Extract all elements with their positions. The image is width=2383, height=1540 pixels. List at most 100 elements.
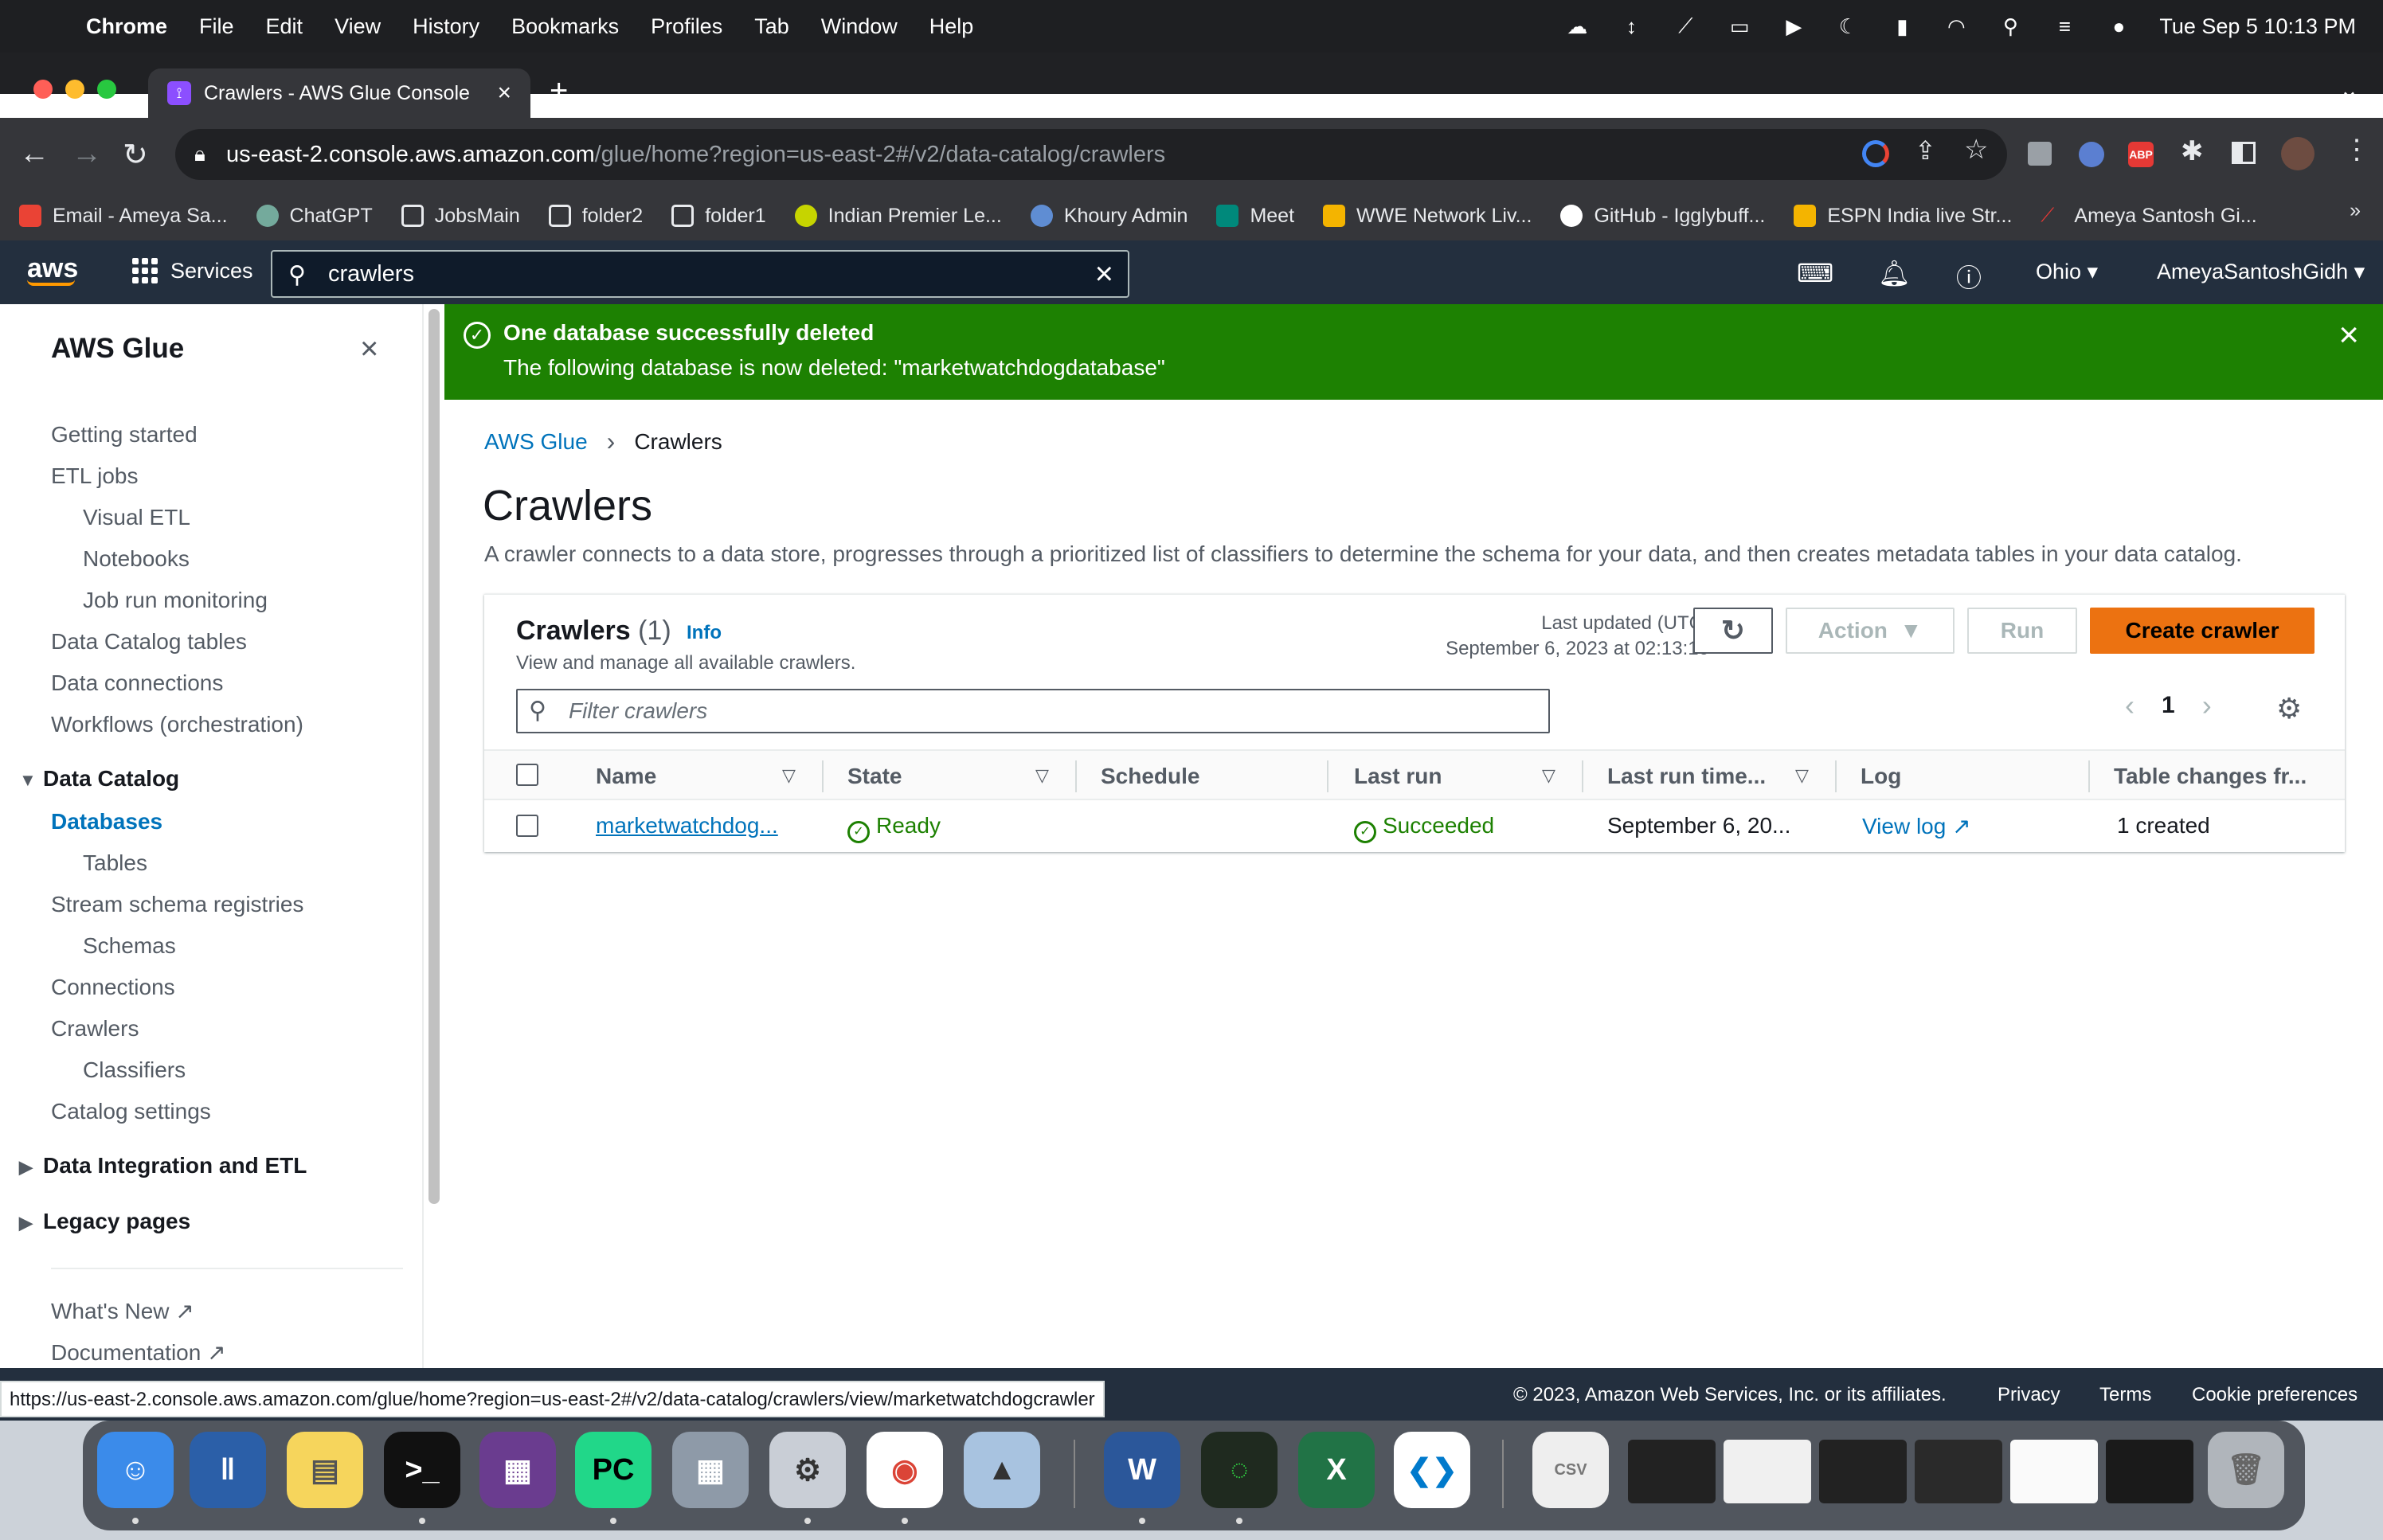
sidebar-scrollbar[interactable] [428, 309, 440, 1204]
lock-icon[interactable]: 🔒︎ [194, 142, 205, 167]
play-icon[interactable]: ▶ [1780, 14, 1807, 38]
dismiss-flash-icon[interactable]: × [2338, 315, 2359, 355]
bookmark-espn[interactable]: ESPN India live Str... [1794, 205, 2012, 228]
share-icon[interactable]: ⇪ [1915, 135, 1936, 166]
notes-icon[interactable]: ▤ [287, 1432, 363, 1508]
sidebar-item-data-catalog-tables[interactable]: Data Catalog tables [51, 629, 247, 655]
bookmark-github[interactable]: GitHub - Igglybuff... [1560, 205, 1765, 228]
column-header-last-run-time[interactable]: Last run time... [1607, 764, 1766, 789]
run-button[interactable]: Run [1967, 608, 2077, 654]
word-icon[interactable]: W [1104, 1432, 1180, 1508]
cloudshell-icon[interactable]: ⌨ [1797, 258, 1833, 288]
column-divider[interactable] [1327, 760, 1328, 792]
browser-tab-active[interactable]: ⟟ Crawlers - AWS Glue Console × [148, 68, 530, 118]
sidebar-item-getting-started[interactable]: Getting started [51, 422, 198, 448]
sidebar-close-icon[interactable]: × [360, 331, 378, 367]
extension-icon[interactable] [2028, 142, 2052, 166]
arrow-icon[interactable]: ↕ [1618, 14, 1645, 38]
bookmark-wwe[interactable]: WWE Network Liv... [1323, 205, 1532, 228]
sidebar-item-connections[interactable]: Connections [51, 975, 175, 1000]
window-thumbnail[interactable] [2106, 1440, 2193, 1503]
row-checkbox[interactable] [516, 815, 538, 837]
display-icon[interactable]: ▭ [1726, 14, 1753, 38]
bookmark-folder2[interactable]: folder2 [548, 205, 643, 228]
sidebar-item-schemas[interactable]: Schemas [83, 933, 176, 959]
chrome-menu-icon[interactable]: ⋮ [2343, 134, 2370, 166]
column-header-schedule[interactable]: Schedule [1101, 764, 1199, 789]
adblock-icon[interactable]: ABP [2128, 142, 2154, 167]
sidebar-section-data-catalog[interactable]: ▼ Data Catalog [19, 766, 179, 791]
column-divider[interactable] [1835, 760, 1837, 792]
preferences-gear-icon[interactable]: ⚙ [2276, 692, 2302, 725]
wifi-icon[interactable]: ◠ [1943, 14, 1970, 38]
sidebar-item-job-run-monitoring[interactable]: Job run monitoring [83, 588, 268, 613]
sort-caret-icon[interactable]: ▽ [1542, 765, 1555, 786]
footer-cookie-preferences-link[interactable]: Cookie preferences [2192, 1384, 2358, 1406]
sidebar-section-data-integration[interactable]: ▶ Data Integration and ETL [19, 1153, 307, 1178]
unrar-icon[interactable]: ▦ [479, 1432, 556, 1508]
window-thumbnail[interactable] [1724, 1440, 1811, 1503]
bookmark-meet[interactable]: Meet [1216, 205, 1294, 228]
sidebar-item-whats-new[interactable]: What's New ↗ [51, 1298, 194, 1324]
menu-profiles[interactable]: Profiles [651, 14, 722, 39]
moon-icon[interactable]: ☾ [1834, 14, 1861, 38]
select-all-checkbox[interactable] [516, 764, 538, 786]
window-thumbnail[interactable] [1628, 1440, 1716, 1503]
bookmark-jobsmain[interactable]: JobsMain [401, 205, 520, 228]
sidebar-item-tables[interactable]: Tables [83, 850, 147, 876]
side-panel-icon[interactable] [2232, 142, 2256, 164]
footer-terms-link[interactable]: Terms [2099, 1384, 2151, 1406]
sidebar-item-crawlers[interactable]: Crawlers [51, 1016, 139, 1042]
extensions-puzzle-icon[interactable]: ✱ [2181, 135, 2204, 167]
pycharm-icon[interactable]: PC [575, 1432, 652, 1508]
sidebar-item-classifiers[interactable]: Classifiers [83, 1057, 186, 1083]
automator-icon[interactable]: ⚙ [769, 1432, 846, 1508]
region-selector[interactable]: Ohio ▾ [2036, 260, 2098, 284]
bookmark-chatgpt[interactable]: ChatGPT [256, 205, 373, 228]
bookmark-folder1[interactable]: folder1 [671, 205, 766, 228]
finder-icon[interactable]: ☺ [97, 1432, 174, 1508]
sidebar-item-catalog-settings[interactable]: Catalog settings [51, 1099, 211, 1124]
menu-view[interactable]: View [335, 14, 381, 39]
terminal-icon[interactable]: >_ [384, 1432, 460, 1508]
extension-icon[interactable] [2079, 142, 2104, 167]
profile-avatar[interactable] [2281, 137, 2315, 170]
tab-close-icon[interactable]: × [497, 80, 511, 107]
google-icon[interactable] [1862, 140, 1889, 167]
column-header-name[interactable]: Name [596, 764, 656, 789]
preview-icon[interactable]: ▲ [964, 1432, 1040, 1508]
breadcrumb-aws-glue[interactable]: AWS Glue [484, 429, 588, 455]
chrome-icon[interactable]: ◉ [867, 1432, 943, 1508]
filter-crawlers-input[interactable]: ⚲ Filter crawlers [516, 689, 1550, 733]
window-thumbnail[interactable] [1915, 1440, 2002, 1503]
column-divider[interactable] [2088, 760, 2090, 792]
crawler-name-link[interactable]: marketwatchdog... [596, 813, 778, 838]
create-crawler-button[interactable]: Create crawler [2090, 608, 2315, 654]
bookmark-star-icon[interactable]: ☆ [1964, 134, 1988, 166]
sidebar-item-workflows[interactable]: Workflows (orchestration) [51, 712, 303, 737]
info-link[interactable]: Info [687, 622, 722, 644]
back-button[interactable]: ← [19, 137, 49, 171]
account-menu[interactable]: AmeyaSantoshGidh ▾ [2157, 260, 2365, 284]
bookmark-ameya[interactable]: ⟋ Ameya Santosh Gi... [2041, 205, 2256, 228]
sidebar-item-stream-schema-registries[interactable]: Stream schema registries [51, 892, 303, 917]
control-center-icon[interactable]: ≡ [2051, 14, 2078, 38]
action-dropdown-button[interactable]: Action ▼ [1786, 608, 1955, 654]
forward-button[interactable]: → [72, 137, 102, 171]
parallels-icon[interactable]: ‖ [190, 1432, 266, 1508]
menu-file[interactable]: File [199, 14, 234, 39]
window-thumbnail[interactable] [1819, 1440, 1907, 1503]
aws-search-input[interactable]: ⚲ crawlers × [271, 250, 1129, 298]
menubar-clock[interactable]: Tue Sep 5 10:13 PM [2159, 14, 2356, 39]
close-window-button[interactable] [33, 80, 53, 99]
minimize-window-button[interactable] [65, 80, 84, 99]
sidebar-item-databases[interactable]: Databases [51, 809, 162, 834]
vscode-icon[interactable]: ❮❯ [1394, 1432, 1470, 1508]
aws-logo[interactable]: aws [27, 253, 78, 286]
bookmark-email[interactable]: Email - Ameya Sa... [19, 205, 228, 228]
loading-app-icon[interactable]: ◌ [1201, 1432, 1278, 1508]
slash-icon[interactable]: ⟋ [1672, 14, 1699, 38]
menu-tab[interactable]: Tab [754, 14, 789, 39]
sort-caret-icon[interactable]: ▽ [782, 765, 796, 786]
column-header-table-changes[interactable]: Table changes fr... [2114, 764, 2307, 789]
